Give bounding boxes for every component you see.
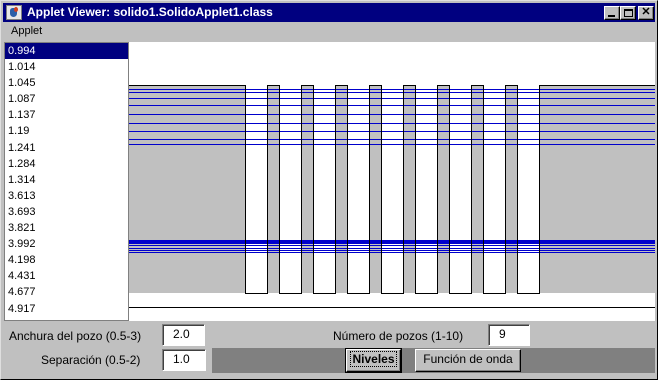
maximize-icon [624,9,633,17]
energy-level-list[interactable]: 0.994 1.014 1.045 1.087 1.137 1.19 1.241 1.284 1… [4,42,129,321]
well [415,85,437,293]
java-cup-icon[interactable] [6,5,22,20]
level-list-item[interactable]: 1.284 [5,156,128,172]
separacion-label: Separación (0.5-2) [41,353,141,367]
well [449,85,471,293]
level-list-item[interactable]: 1.045 [5,75,128,91]
window-title: Applet Viewer: solido1.SolidoApplet1.cla… [27,5,273,19]
minimize-button[interactable] [604,6,620,20]
level-list-item[interactable]: 1.087 [5,91,128,107]
potential-wells-plot [129,42,655,321]
well [517,85,539,293]
level-list-item[interactable]: 1.137 [5,107,128,123]
anchura-label: Anchura del pozo (0.5-3) [9,329,142,343]
level-list-item[interactable]: 4.431 [5,268,128,284]
level-list-item[interactable]: 1.241 [5,140,128,156]
numero-pozos-label: Número de pozos (1-10) [333,329,464,343]
anchura-input[interactable]: 2.0 [162,324,205,346]
niveles-button-label: Niveles [350,351,397,367]
level-list-item[interactable]: 3.992 [5,236,128,252]
close-icon: ✕ [641,6,651,18]
separacion-input[interactable]: 1.0 [162,349,206,371]
title-bar[interactable]: Applet Viewer: solido1.SolidoApplet1.cla… [3,3,655,22]
well [279,85,301,293]
level-list-item[interactable]: 4.677 [5,284,128,300]
well [483,85,505,293]
well [245,85,267,293]
level-list-item[interactable]: 3.693 [5,204,128,220]
well [313,85,335,293]
niveles-button[interactable]: Niveles [345,348,402,373]
ground-band [129,293,655,307]
well [381,85,403,293]
level-list-item[interactable]: 4.198 [5,252,128,268]
level-list-item[interactable]: 1.314 [5,172,128,188]
menu-bar: Applet [3,23,655,41]
minimize-icon [608,15,615,17]
potential-wells-diagram [129,85,655,308]
level-list-item[interactable]: 3.613 [5,188,128,204]
level-list-item[interactable]: 0.994 [5,43,128,60]
level-list-item[interactable]: 4.917 [5,301,128,317]
button-panel: Niveles Función de onda [212,348,655,373]
level-list-item[interactable]: 1.014 [5,59,128,75]
maximize-button[interactable] [620,6,636,20]
numero-pozos-input[interactable]: 9 [488,324,530,346]
level-list-item[interactable]: 3.821 [5,220,128,236]
well [347,85,369,293]
close-button[interactable]: ✕ [638,6,654,20]
level-list-item[interactable]: 1.19 [5,123,128,139]
menu-applet[interactable]: Applet [11,25,42,37]
applet-viewer-window: Applet Viewer: solido1.SolidoApplet1.cla… [0,0,658,380]
funcion-de-onda-button[interactable]: Función de onda [415,349,521,372]
